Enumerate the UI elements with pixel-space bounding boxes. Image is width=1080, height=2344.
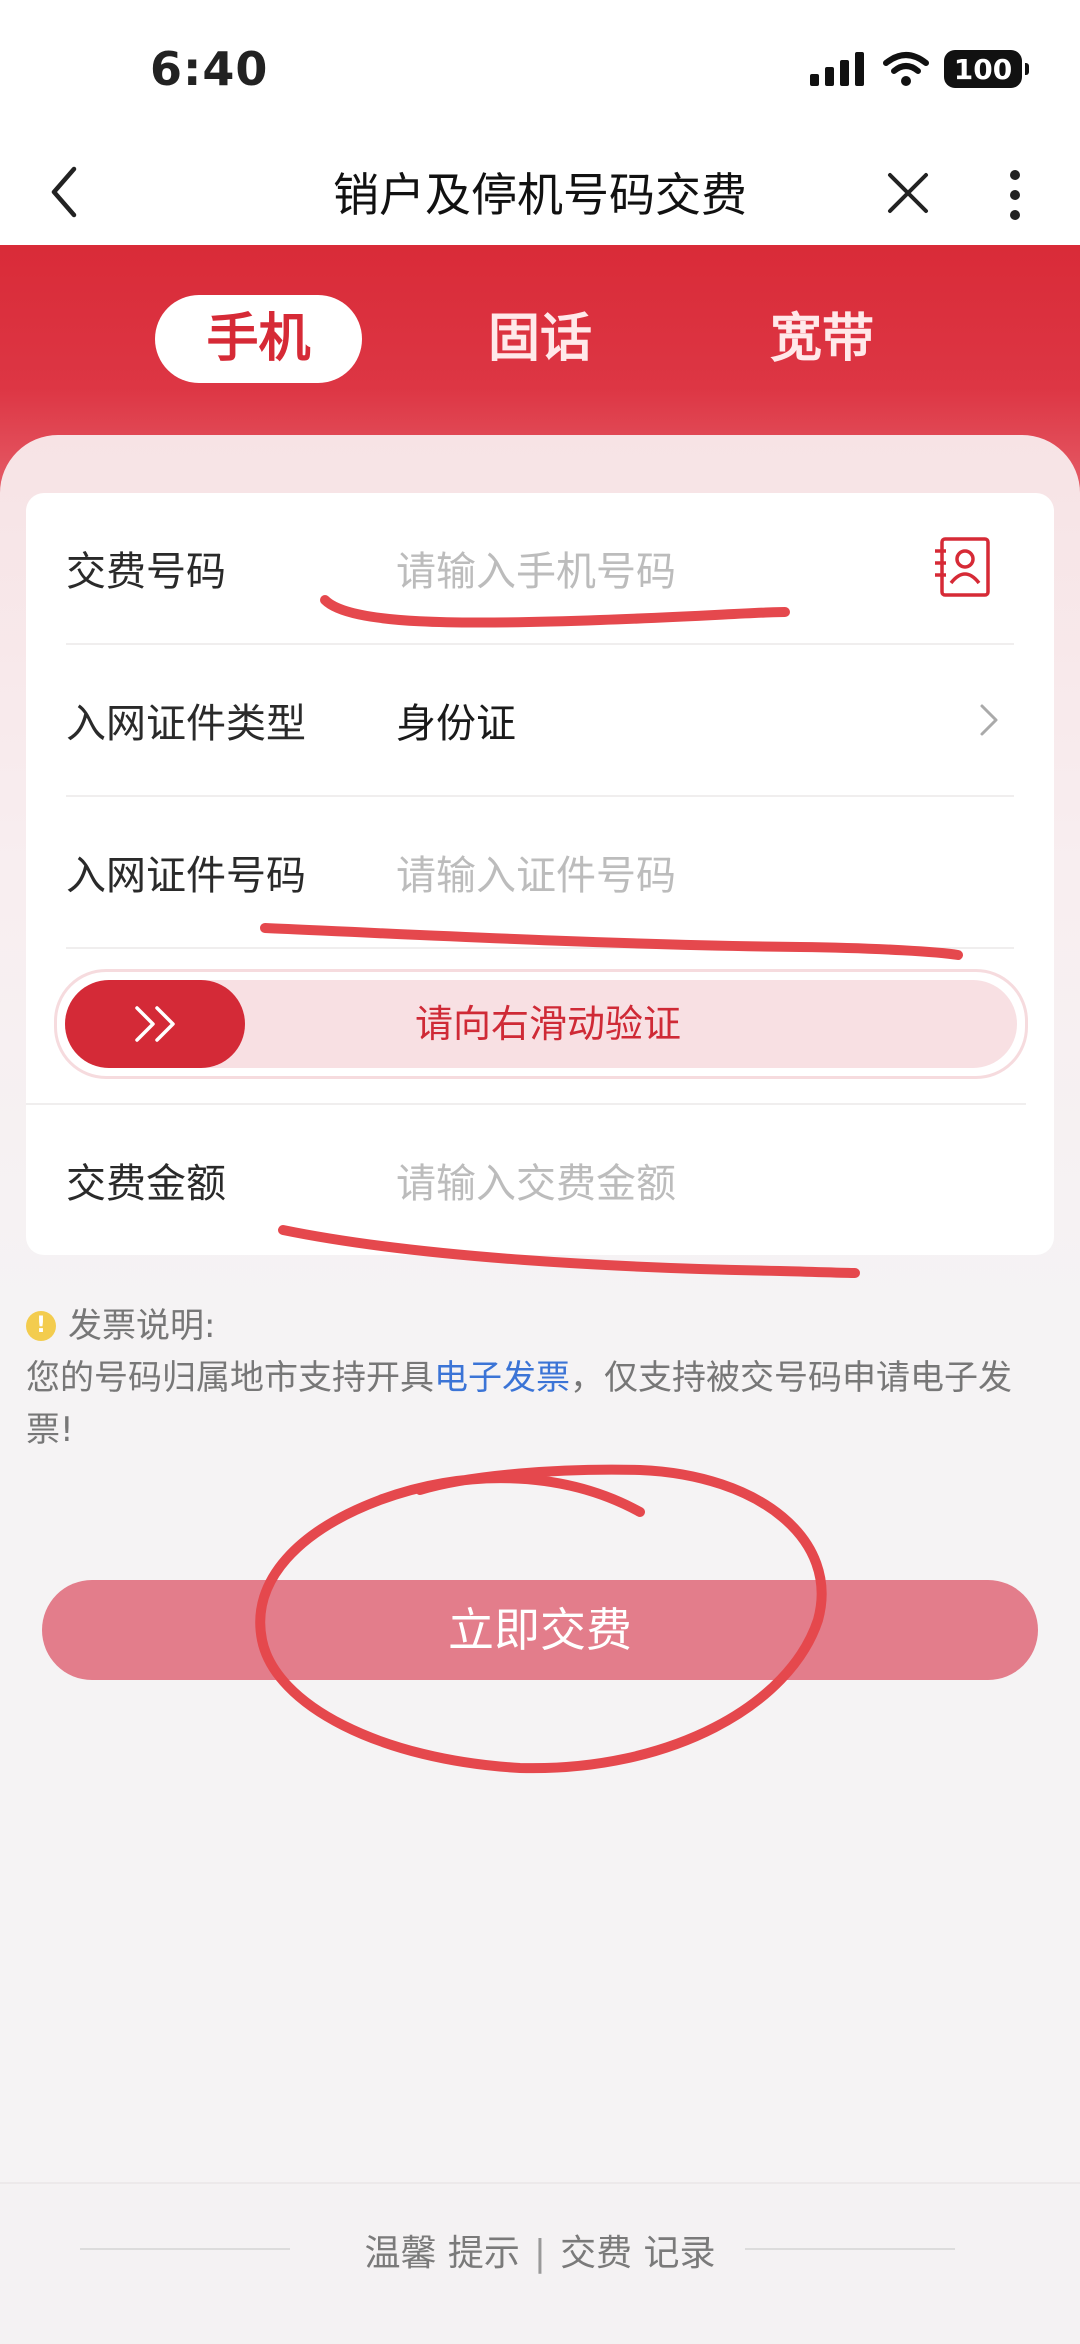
id-number-label: 入网证件号码 bbox=[66, 853, 306, 899]
amount-input[interactable]: 请输入交费金额 bbox=[396, 1151, 676, 1209]
amount-label: 交费金额 bbox=[66, 1161, 226, 1207]
id-type-value[interactable]: 身份证 bbox=[396, 691, 516, 749]
divider bbox=[66, 947, 1014, 949]
id-type-row[interactable]: 入网证件类型 身份证 bbox=[66, 645, 1014, 795]
id-number-input[interactable]: 请输入证件号码 bbox=[396, 843, 676, 901]
records-link[interactable]: 交费 记录 bbox=[560, 2233, 715, 2274]
signal-icon bbox=[810, 52, 864, 86]
id-number-row: 入网证件号码 请输入证件号码 bbox=[66, 797, 1014, 947]
amount-row: 交费金额 请输入交费金额 bbox=[66, 1105, 1014, 1255]
tab-bar: 手机 固话 宽带 bbox=[0, 295, 1080, 383]
phone-label: 交费号码 bbox=[66, 549, 226, 595]
nav-bar: 销户及停机号码交费 bbox=[0, 145, 1080, 245]
phone-row: 交费号码 请输入手机号码 bbox=[66, 493, 1014, 643]
battery-level: 100 bbox=[953, 52, 1013, 86]
phone-input[interactable]: 请输入手机号码 bbox=[396, 539, 676, 597]
close-icon[interactable] bbox=[880, 165, 936, 221]
contacts-icon[interactable] bbox=[932, 535, 992, 599]
invoice-notice: ! 发票说明: 您的号码归属地市支持开具电子发票，仅支持被交号码申请电子发票! bbox=[26, 1300, 1056, 1456]
id-type-label: 入网证件类型 bbox=[66, 701, 306, 747]
slide-verify-text: 请向右滑动验证 bbox=[414, 1002, 681, 1046]
tab-mobile[interactable]: 手机 bbox=[155, 295, 362, 383]
notice-body: 您的号码归属地市支持开具电子发票，仅支持被交号码申请电子发票! bbox=[26, 1352, 1056, 1456]
tips-link[interactable]: 温馨 提示 bbox=[364, 2233, 519, 2274]
notice-title: 发票说明: bbox=[68, 1306, 216, 1346]
slide-verify[interactable]: 请向右滑动验证 bbox=[54, 969, 1028, 1079]
tab-broadband[interactable]: 宽带 bbox=[722, 295, 922, 383]
notice-text: 您的号码归属地市支持开具 bbox=[26, 1358, 434, 1398]
payment-form: 交费号码 请输入手机号码 入网证件类型 身份证 入网证件号码 请输入证件号码 请… bbox=[26, 493, 1054, 1255]
warning-icon: ! bbox=[26, 1311, 56, 1341]
wifi-icon bbox=[883, 52, 929, 86]
status-icons: 100 bbox=[810, 50, 1029, 88]
tab-landline[interactable]: 固话 bbox=[440, 295, 640, 383]
battery-icon: 100 bbox=[944, 50, 1029, 88]
chevron-right-icon bbox=[980, 704, 998, 736]
pay-now-button[interactable]: 立即交费 bbox=[42, 1580, 1038, 1680]
footer-links: 温馨 提示 | 交费 记录 bbox=[0, 2224, 1080, 2276]
status-bar: 6:40 100 bbox=[0, 0, 1080, 145]
footer-separator: | bbox=[533, 2233, 547, 2274]
footer: 温馨 提示 | 交费 记录 bbox=[0, 2182, 1080, 2344]
e-invoice-link[interactable]: 电子发票 bbox=[434, 1358, 570, 1398]
status-time: 6:40 bbox=[150, 42, 269, 96]
more-icon[interactable] bbox=[1000, 165, 1030, 225]
